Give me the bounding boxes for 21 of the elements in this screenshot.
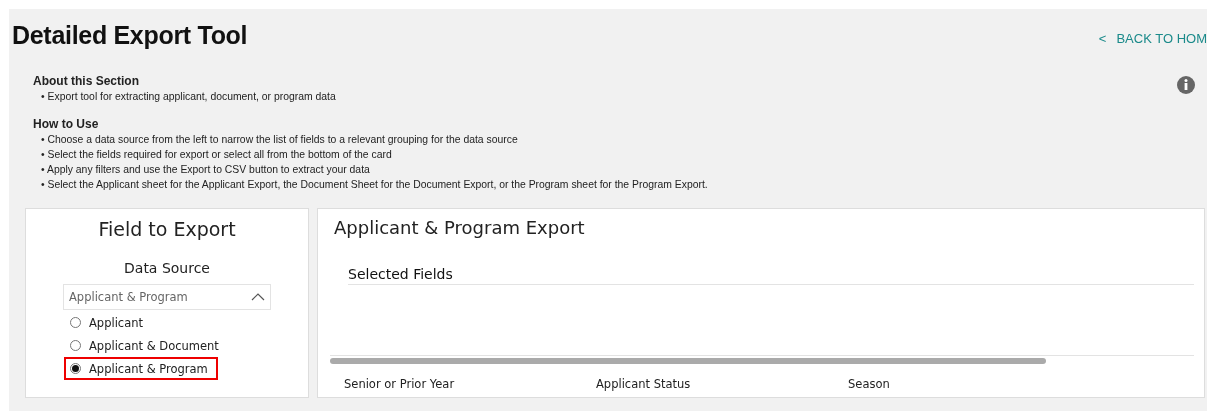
page-title: Detailed Export Tool <box>12 21 248 50</box>
radio-option[interactable]: Applicant & Program <box>65 358 217 379</box>
filter-label: Season <box>848 377 891 391</box>
card-title: Field to Export <box>98 218 236 240</box>
filter-label: Applicant Status <box>596 377 692 391</box>
section-heading: About this Section <box>33 74 140 88</box>
back-link[interactable]: < BACK TO HOM <box>1098 31 1207 46</box>
card-title: Applicant & Program Export <box>334 217 586 238</box>
bullet-text: • Select the Applicant sheet for the Applicant Export, the Document Sheet for the Document Export, or the Program sheet for the Program Export. <box>40 178 708 192</box>
radio-option[interactable]: Applicant <box>63 312 215 333</box>
section-heading: How to Use <box>33 117 100 131</box>
bullet-text: • Apply any filters and use the Export to CSV button to extract your data <box>40 163 371 177</box>
data-source-dropdown[interactable]: Applicant & Program <box>63 284 271 310</box>
section-title: Selected Fields <box>348 266 1194 285</box>
info-icon[interactable] <box>1177 76 1195 94</box>
caret-icon <box>251 293 265 301</box>
bullet-text: • Export tool for extracting applicant, document, or program data <box>40 90 337 104</box>
field-label: Data Source <box>124 260 210 276</box>
filter-label: Senior or Prior Year <box>344 377 456 391</box>
bullet-text: • Choose a data source from the left to narrow the list of fields to a relevant grouping for the data source <box>40 133 519 147</box>
bullet-text: • Select the fields required for export or select all from the bottom of the card <box>40 148 393 162</box>
